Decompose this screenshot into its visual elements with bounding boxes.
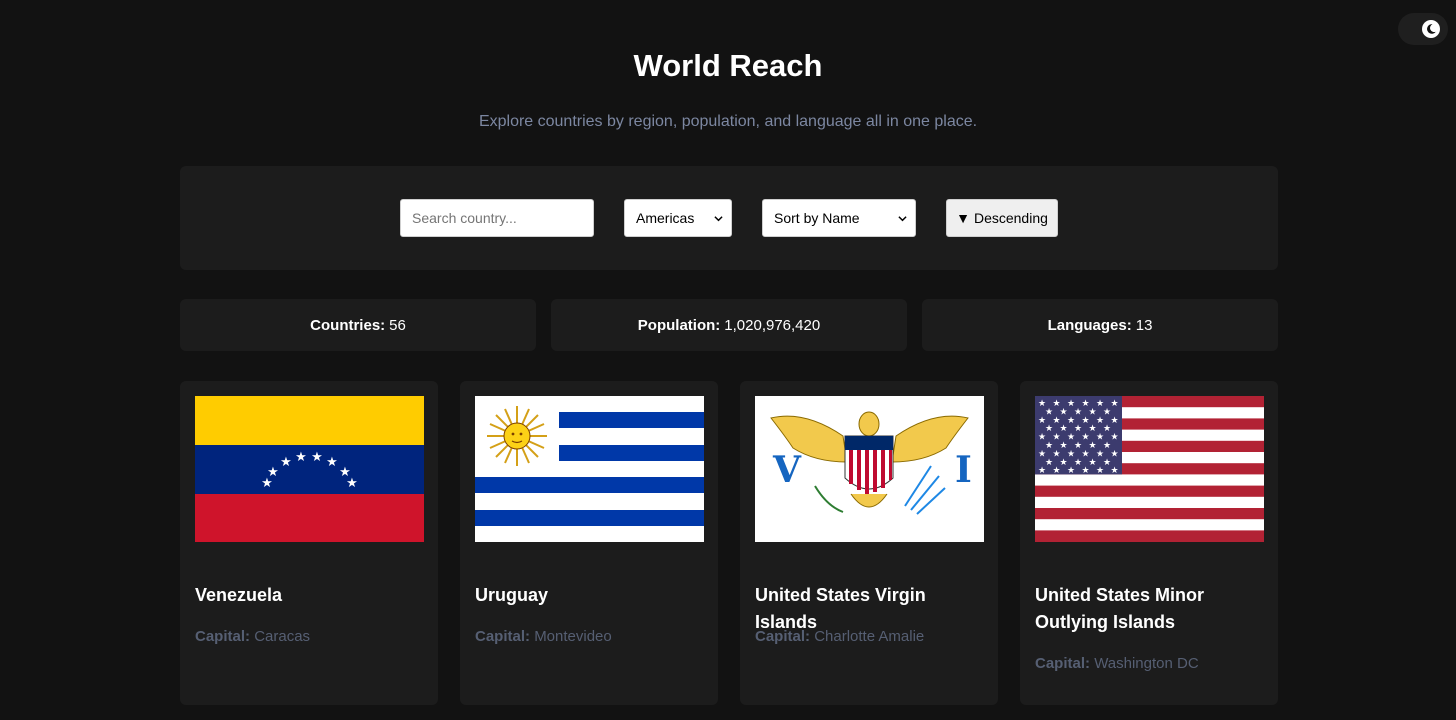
sort-order-label: Descending (973, 210, 1048, 226)
filter-panel: Americas Sort by Name ▼ Descending (180, 166, 1278, 270)
capital-value: Caracas (254, 628, 311, 645)
country-capital: Capital: Charlotte Amalie (755, 628, 924, 645)
region-select[interactable]: Americas (624, 199, 732, 237)
sort-select[interactable]: Sort by Name (762, 199, 916, 237)
stat-label: Population: (637, 316, 721, 334)
stat-label: Languages: (1047, 316, 1132, 334)
country-name: Venezuela (195, 585, 283, 605)
capital-label: Capital: (475, 628, 531, 645)
capital-label: Capital: (195, 628, 251, 645)
svg-text:★: ★ (346, 476, 358, 491)
country-capital: Capital: Caracas (195, 628, 310, 645)
svg-text:★: ★ (1052, 466, 1060, 476)
svg-text:★: ★ (311, 450, 323, 465)
country-name: United States Minor Outlying Islands (1035, 585, 1205, 632)
chevron-down-icon (898, 216, 907, 222)
svg-text:I: I (955, 449, 972, 491)
united-states-flag: ★ ★ ★ ★ ★ ★ ★ ★ ★ ★ ★ ★ ★ ★ ★ ★ ★ ★ ★ ★ ★ ★ ★ ★ ★ ★ ★ ★ ★ ★ ★ ★ ★ ★ ★ ★ ★ ★ ★ ★… (1035, 396, 1264, 542)
chevron-down-icon (714, 216, 723, 222)
page-title: World Reach (633, 48, 823, 83)
country-card[interactable]: ★ ★ ★ ★ ★ ★ ★ ★ Venezuela Capital: Caracas (180, 381, 438, 705)
svg-text:★: ★ (1110, 433, 1118, 443)
theme-toggle[interactable] (1398, 13, 1448, 45)
svg-text:★: ★ (1096, 466, 1104, 476)
sort-order-arrow-icon: ▼ (956, 210, 970, 226)
svg-text:★: ★ (1038, 466, 1046, 476)
stat-value: 56 (389, 316, 406, 334)
svg-text:★: ★ (326, 455, 338, 470)
country-capital: Capital: Washington DC (1035, 655, 1199, 672)
stat-countries: Countries: 56 (180, 299, 536, 351)
svg-text:★: ★ (295, 450, 307, 465)
svg-text:★: ★ (1067, 466, 1075, 476)
capital-value: Washington DC (1094, 655, 1199, 672)
capital-value: Charlotte Amalie (814, 628, 925, 645)
svg-text:★: ★ (267, 465, 279, 480)
svg-text:★: ★ (1081, 466, 1089, 476)
search-input[interactable] (400, 199, 594, 237)
uruguay-flag (475, 396, 704, 542)
svg-text:★: ★ (1110, 466, 1118, 476)
capital-label: Capital: (755, 628, 811, 645)
stat-languages: Languages: 13 (922, 299, 1278, 351)
svg-text:★: ★ (1110, 399, 1118, 409)
svg-text:★: ★ (280, 455, 292, 470)
country-name: Uruguay (475, 585, 549, 605)
capital-label: Capital: (1035, 655, 1091, 672)
page-subtitle: Explore countries by region, population,… (478, 113, 978, 130)
svg-text:★: ★ (1110, 449, 1118, 459)
stat-value: 13 (1135, 316, 1153, 334)
sort-select-value: Sort by Name (774, 210, 860, 226)
country-card[interactable]: Uruguay Capital: Montevideo (460, 381, 718, 705)
svg-text:V: V (772, 449, 802, 491)
stat-population: Population: 1,020,976,420 (551, 299, 907, 351)
country-capital: Capital: Montevideo (475, 628, 612, 645)
capital-value: Montevideo (534, 628, 612, 645)
country-card[interactable]: ★ ★ ★ ★ ★ ★ ★ ★ ★ ★ ★ ★ ★ ★ ★ ★ ★ ★ ★ ★ ★ ★ ★ ★ ★ ★ ★ ★ ★ ★ ★ ★ ★ ★ ★ ★ ★ ★ ★ ★… (1020, 381, 1278, 705)
venezuela-flag: ★ ★ ★ ★ ★ ★ ★ ★ (195, 396, 424, 542)
stat-label: Countries: (310, 316, 386, 334)
region-select-value: Americas (636, 210, 695, 226)
moon-icon (1422, 20, 1440, 38)
svg-text:★: ★ (1110, 416, 1118, 426)
country-card[interactable]: V I United States Virgin Islands Capital… (740, 381, 998, 705)
us-virgin-islands-flag: V I (755, 396, 984, 542)
stat-value: 1,020,976,420 (724, 316, 821, 334)
sort-order-button[interactable]: ▼ Descending (946, 199, 1058, 237)
